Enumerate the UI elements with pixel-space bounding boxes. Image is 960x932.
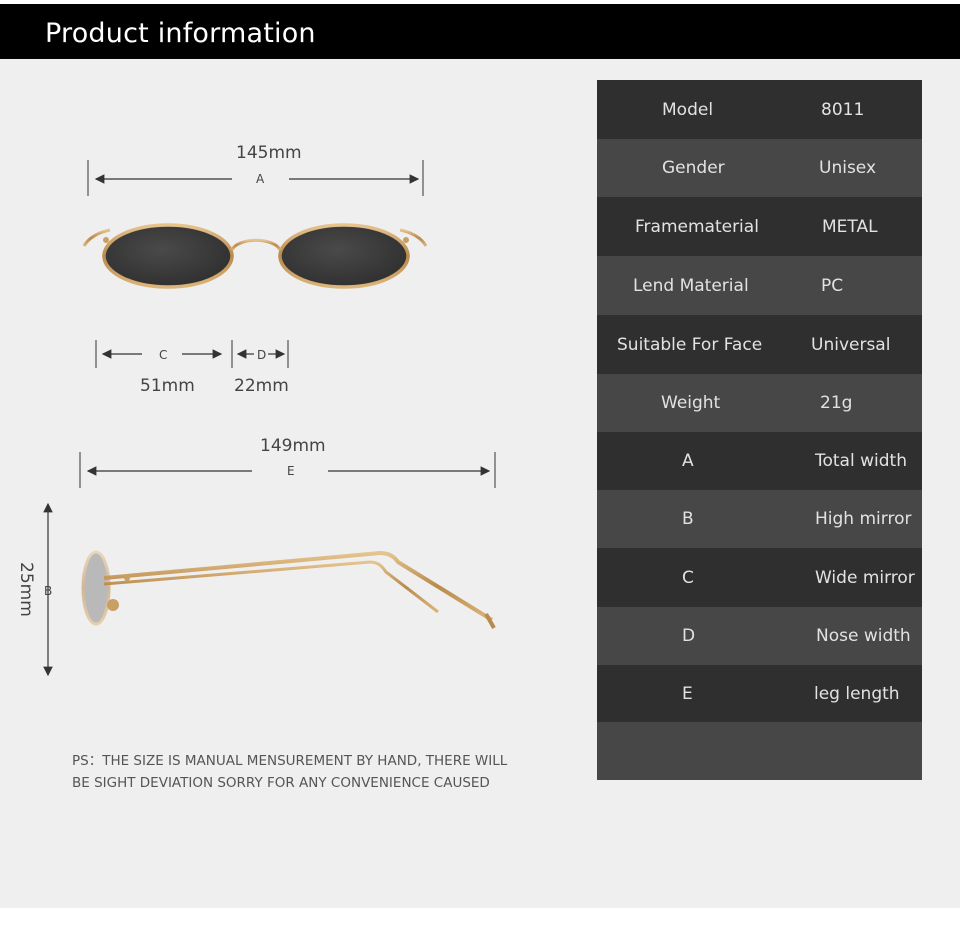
spec-table: Model 8011 Gender Unisex Framematerial M…: [597, 80, 922, 780]
dimension-d-value: 22mm: [234, 376, 289, 396]
spec-row-a: A Total width: [597, 432, 922, 490]
spec-row-gender: Gender Unisex: [597, 139, 922, 197]
dimension-b-value: 25mm: [16, 562, 36, 617]
spec-row-empty: [597, 722, 922, 780]
spec-key: Weight: [661, 393, 721, 413]
spec-value: Nose width: [816, 626, 911, 646]
dimension-c-letter: C: [159, 348, 168, 362]
spec-row-b: B High mirror: [597, 490, 922, 548]
note-line-1: PS：THE SIZE IS MANUAL MENSUREMENT BY HAN…: [72, 753, 508, 769]
spec-key: Framematerial: [635, 216, 759, 237]
dimension-c-value: 51mm: [140, 376, 195, 396]
spec-key: Gender: [662, 158, 725, 178]
note-line-2: BE SIGHT DEVIATION SORRY FOR ANY CONVENI…: [72, 775, 490, 791]
spec-row-c: C Wide mirror: [597, 548, 922, 607]
spec-key: C: [682, 567, 694, 588]
spec-value: Unisex: [819, 158, 877, 178]
glasses-front-view: [82, 223, 428, 289]
product-info-page: Product information 145mm A C D 51mm 22m…: [0, 0, 960, 932]
glasses-side-view: [81, 550, 496, 629]
spec-value: Wide mirror: [815, 567, 915, 588]
dimension-e-letter: E: [287, 464, 295, 478]
dimension-e-value: 149mm: [260, 436, 326, 456]
spec-value: 8011: [821, 99, 865, 120]
spec-value: leg length: [814, 683, 900, 704]
spec-value: High mirror: [815, 509, 912, 529]
spec-value: Total width: [815, 451, 907, 471]
spec-row-framematerial: Framematerial METAL: [597, 197, 922, 256]
dimension-d-letter: D: [257, 348, 267, 362]
spec-row-e: E leg length: [597, 665, 922, 722]
spec-value: METAL: [822, 216, 878, 237]
spec-row-weight: Weight 21g: [597, 374, 922, 432]
spec-key: A: [682, 451, 694, 471]
spec-key: E: [682, 683, 693, 704]
spec-row-d: D Nose width: [597, 607, 922, 665]
spec-row-lens-material: Lend Material PC: [597, 256, 922, 315]
dimension-a-letter: A: [256, 172, 265, 186]
spec-key: Lend Material: [633, 275, 749, 296]
dimension-a-value: 145mm: [236, 143, 302, 163]
spec-value: 21g: [820, 393, 853, 413]
spec-value: PC: [821, 275, 844, 296]
dimension-b-letter: B: [44, 584, 53, 598]
spec-row-model: Model 8011: [597, 80, 922, 139]
spec-key: Model: [662, 99, 714, 120]
measurement-note: PS：THE SIZE IS MANUAL MENSUREMENT BY HAN…: [72, 750, 532, 794]
spec-key: D: [682, 626, 696, 646]
spec-key: B: [682, 509, 694, 529]
spec-key: Suitable For Face: [617, 334, 763, 355]
spec-value: Universal: [811, 334, 891, 355]
spec-row-face: Suitable For Face Universal: [597, 315, 922, 374]
